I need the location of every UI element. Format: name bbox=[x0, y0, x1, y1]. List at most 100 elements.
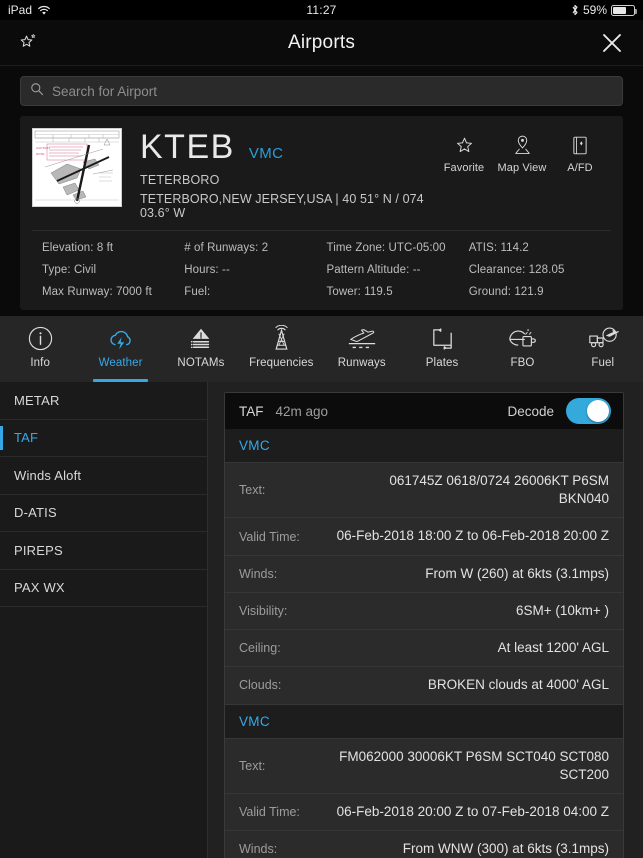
detail-value: 2 bbox=[261, 242, 269, 254]
sidebar-item-taf[interactable]: TAF bbox=[0, 420, 207, 457]
row-value: 06-Feb-2018 18:00 Z to 06-Feb-2018 20:00… bbox=[336, 528, 609, 544]
sidebar-item-pax-wx[interactable]: PAX WX bbox=[0, 570, 207, 607]
row-label: Visibility: bbox=[239, 603, 288, 618]
tab-weather[interactable]: Weather bbox=[80, 316, 160, 382]
tab-info[interactable]: Info bbox=[0, 316, 80, 382]
sidebar-item-metar[interactable]: METAR bbox=[0, 382, 207, 420]
row-value: 6SM+ (10km+ ) bbox=[515, 602, 609, 618]
tab-fbo[interactable]: FBO bbox=[482, 316, 562, 382]
afd-action[interactable]: A/FD bbox=[551, 132, 609, 174]
taf-card: TAF 42m ago Decode VMC Text: 061745Z 061… bbox=[224, 392, 624, 858]
tab-frequencies-label: Frequencies bbox=[249, 357, 314, 369]
tab-fbo-label: FBO bbox=[510, 357, 535, 369]
taf-row-visibility: Visibility: 6SM+ (10km+ ) bbox=[225, 591, 623, 629]
map-view-action[interactable]: Map View bbox=[493, 132, 551, 174]
sidebar-item-label: PIREPS bbox=[14, 542, 63, 558]
tab-frequencies[interactable]: Frequencies bbox=[241, 316, 321, 382]
sidebar-item-label: PAX WX bbox=[14, 580, 65, 596]
airport-diagram-thumbnail[interactable]: CAUTION NOTE bbox=[32, 128, 122, 207]
search-input[interactable] bbox=[52, 83, 613, 99]
airport-identity: KTEB VMC TETERBORO TETERBORO,NEW JERSEY,… bbox=[140, 128, 435, 220]
airport-summary-card: CAUTION NOTE KTEB VMC TETERBORO TETERBOR… bbox=[20, 116, 623, 310]
sidebar-item-datis[interactable]: D-ATIS bbox=[0, 495, 207, 532]
sidebar-item-pireps[interactable]: PIREPS bbox=[0, 532, 207, 570]
sidebar-item-label: TAF bbox=[14, 430, 39, 446]
row-label: Text: bbox=[239, 758, 266, 773]
fuel-truck-icon bbox=[587, 323, 619, 353]
row-label: Winds: bbox=[239, 842, 278, 857]
taf-row-valid-time: Valid Time: 06-Feb-2018 18:00 Z to 06-Fe… bbox=[225, 517, 623, 554]
map-view-label: Map View bbox=[497, 162, 547, 174]
row-value: At least 1200' AGL bbox=[497, 640, 609, 656]
detail-hours: Hours: -- bbox=[184, 264, 326, 276]
taf-card-header: TAF 42m ago Decode bbox=[225, 393, 623, 429]
row-label: Winds: bbox=[239, 566, 278, 581]
taf-row-valid-time: Valid Time: 06-Feb-2018 20:00 Z to 07-Fe… bbox=[225, 792, 623, 830]
close-button[interactable] bbox=[599, 30, 625, 56]
tab-notams[interactable]: NOTAMs bbox=[161, 316, 241, 382]
taf-section-category: VMC bbox=[225, 703, 623, 738]
taf-age: 42m ago bbox=[275, 403, 329, 419]
airport-actions: Favorite Map View A/FD bbox=[435, 128, 609, 174]
airport-details-grid: Elevation: 8 ft # of Runways: 2 Time Zon… bbox=[20, 231, 623, 310]
row-value: From WNW (300) at 6kts (3.1mps) bbox=[402, 841, 609, 857]
tab-info-label: Info bbox=[30, 357, 50, 369]
page-title: Airports bbox=[287, 31, 356, 53]
row-value: BROKEN clouds at 4000' AGL bbox=[427, 677, 609, 693]
taf-row-clouds: Clouds: BROKEN clouds at 4000' AGL bbox=[225, 666, 623, 703]
section-tab-bar: Info Weather NOTAMs Frequencies Runways … bbox=[0, 316, 643, 382]
tab-fuel[interactable]: Fuel bbox=[563, 316, 643, 382]
detail-label: Fuel: bbox=[184, 286, 211, 298]
airplane-runway-icon bbox=[346, 323, 378, 353]
detail-value: -- bbox=[412, 264, 421, 276]
tab-runways[interactable]: Runways bbox=[322, 316, 402, 382]
decode-toggle[interactable] bbox=[566, 398, 611, 424]
row-label: Valid Time: bbox=[239, 529, 300, 544]
airport-identifier: KTEB bbox=[140, 128, 235, 166]
add-favorite-button[interactable] bbox=[18, 32, 40, 54]
taf-row-text: Text: FM062000 30006KT P6SM SCT040 SCT08… bbox=[225, 737, 623, 793]
detail-max-runway: Max Runway: 7000 ft bbox=[42, 286, 184, 298]
weather-product-sidebar: METAR TAF Winds Aloft D-ATIS PIREPS PAX … bbox=[0, 382, 208, 858]
tab-plates[interactable]: Plates bbox=[402, 316, 482, 382]
detail-value: 121.9 bbox=[514, 286, 544, 298]
detail-value: 128.05 bbox=[528, 264, 565, 276]
detail-label: Time Zone: bbox=[326, 242, 386, 254]
tab-weather-label: Weather bbox=[98, 357, 143, 369]
navigation-bar: Airports bbox=[0, 20, 643, 66]
detail-label: Max Runway: bbox=[42, 286, 113, 298]
sidebar-item-label: D-ATIS bbox=[14, 505, 57, 521]
detail-type: Type: Civil bbox=[42, 264, 184, 276]
search-bar[interactable] bbox=[20, 76, 623, 106]
row-value: From W (260) at 6kts (3.1mps) bbox=[425, 565, 609, 581]
app-screen: iPad 11:27 59% Airports Search for Airpo… bbox=[0, 0, 643, 858]
detail-label: Pattern Altitude: bbox=[326, 264, 410, 276]
svg-text:NOTE: NOTE bbox=[36, 152, 44, 156]
detail-label: Hours: bbox=[184, 264, 219, 276]
row-label: Text: bbox=[239, 483, 266, 498]
detail-value: UTC-05:00 bbox=[388, 242, 446, 254]
flight-category-badge: VMC bbox=[248, 145, 284, 162]
taf-row-winds: Winds: From WNW (300) at 6kts (3.1mps) bbox=[225, 830, 623, 858]
detail-label: Type: bbox=[42, 264, 71, 276]
favorite-label: Favorite bbox=[443, 162, 485, 174]
favorite-action[interactable]: Favorite bbox=[435, 132, 493, 174]
detail-ground: Ground: 121.9 bbox=[469, 286, 611, 298]
airport-header: CAUTION NOTE KTEB VMC TETERBORO TETERBOR… bbox=[20, 116, 623, 230]
notam-alert-icon bbox=[188, 323, 214, 353]
ios-status-bar: iPad 11:27 59% bbox=[0, 0, 643, 20]
detail-value: 8 ft bbox=[96, 242, 114, 254]
detail-label: Elevation: bbox=[42, 242, 94, 254]
tab-plates-label: Plates bbox=[425, 357, 459, 369]
tab-fuel-label: Fuel bbox=[591, 357, 615, 369]
detail-timezone: Time Zone: UTC-05:00 bbox=[327, 242, 469, 254]
sidebar-item-winds-aloft[interactable]: Winds Aloft bbox=[0, 457, 207, 495]
toggle-knob bbox=[587, 400, 609, 422]
taf-content-panel: TAF 42m ago Decode VMC Text: 061745Z 061… bbox=[208, 382, 643, 858]
detail-value: Civil bbox=[73, 264, 97, 276]
afd-label: A/FD bbox=[567, 162, 593, 174]
detail-label: Tower: bbox=[326, 286, 361, 298]
battery-icon bbox=[611, 4, 637, 16]
airport-location: TETERBORO,NEW JERSEY,USA | 40 51° N / 07… bbox=[140, 192, 424, 220]
afd-book-icon bbox=[551, 132, 609, 158]
